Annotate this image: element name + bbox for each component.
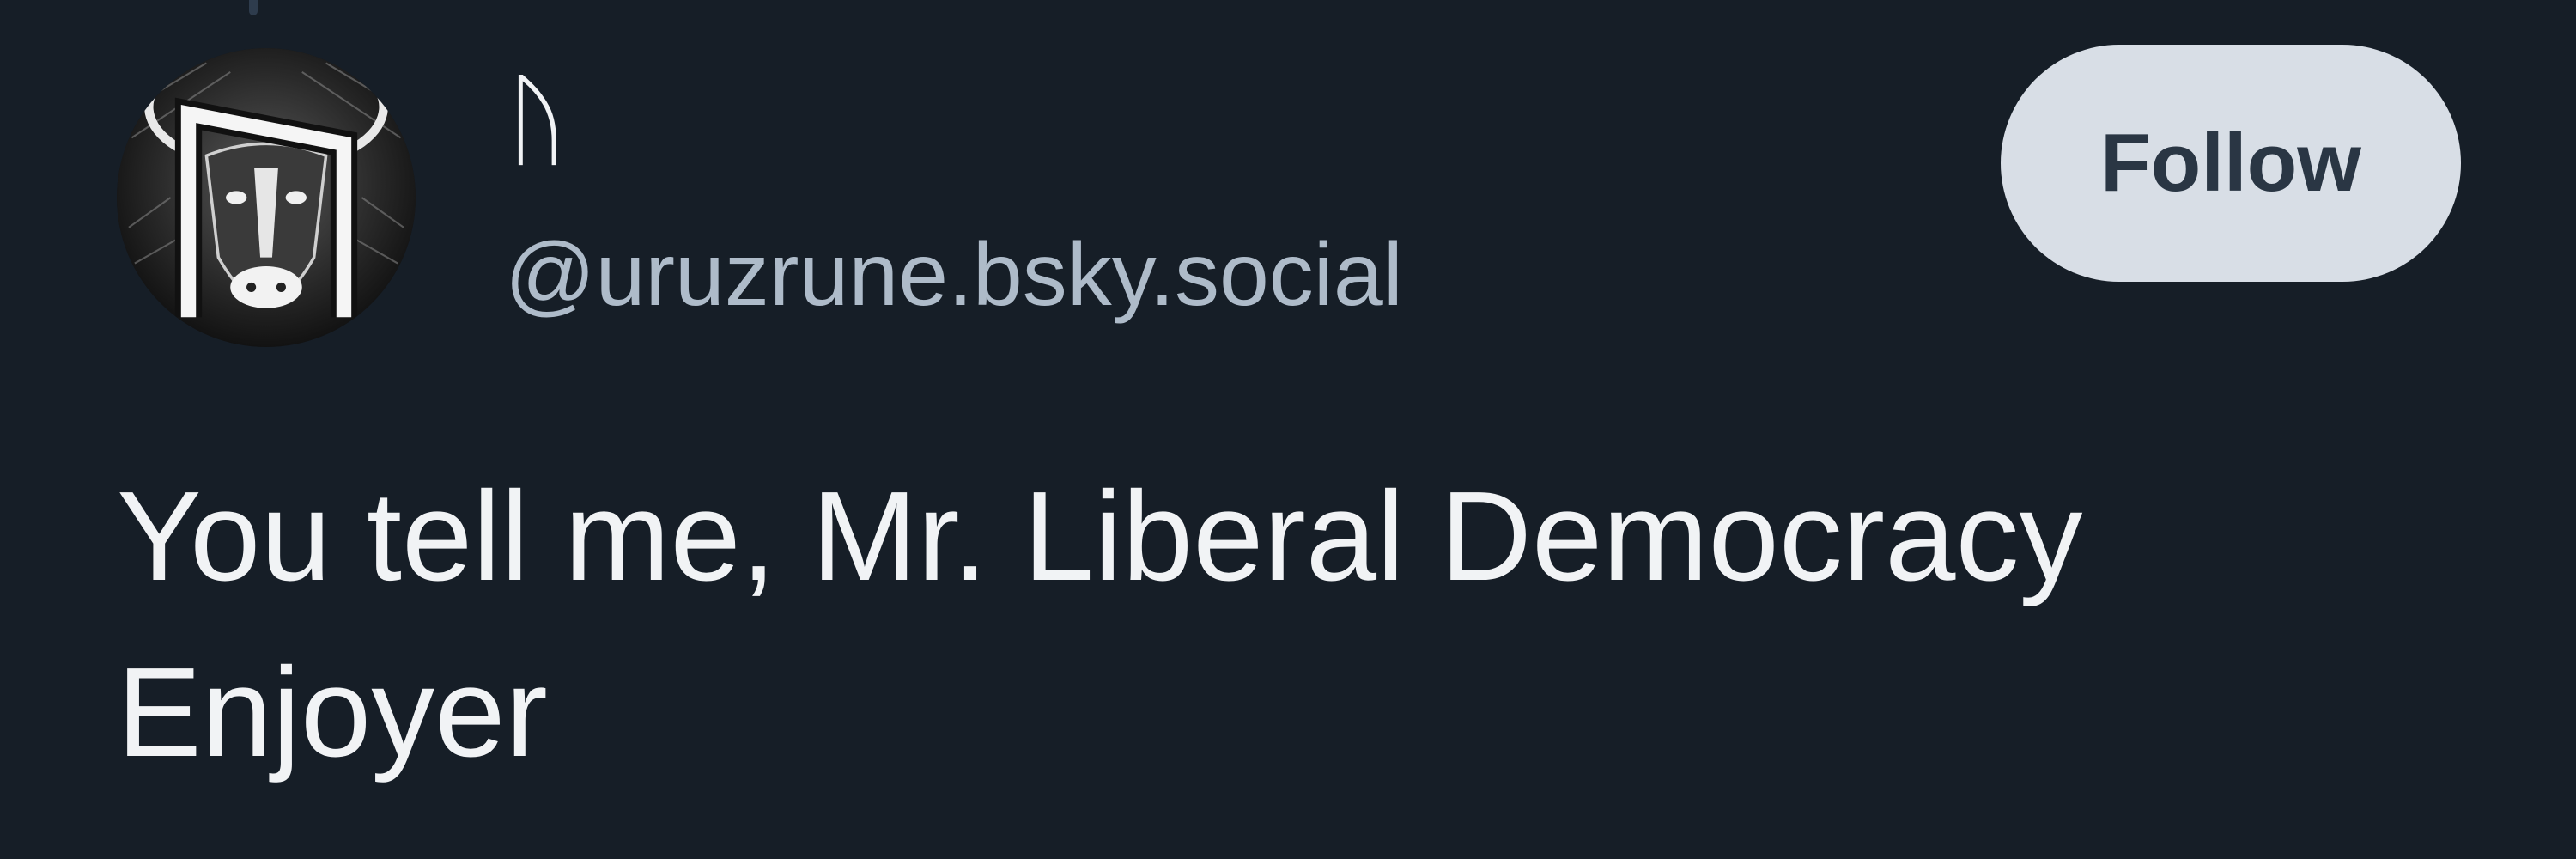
author-handle[interactable]: @uruzrune.bsky.social bbox=[505, 219, 1403, 331]
post: ᚢ @uruzrune.bsky.social Follow You tell … bbox=[0, 0, 2576, 859]
post-text: You tell me, Mr. Liberal Democracy Enjoy… bbox=[117, 466, 2083, 783]
avatar[interactable] bbox=[117, 48, 416, 347]
uruz-rune-bull-icon bbox=[117, 48, 416, 347]
author-display-name[interactable]: ᚢ bbox=[507, 60, 568, 180]
follow-button[interactable]: Follow bbox=[2001, 45, 2461, 282]
follow-button-label: Follow bbox=[2100, 117, 2361, 209]
